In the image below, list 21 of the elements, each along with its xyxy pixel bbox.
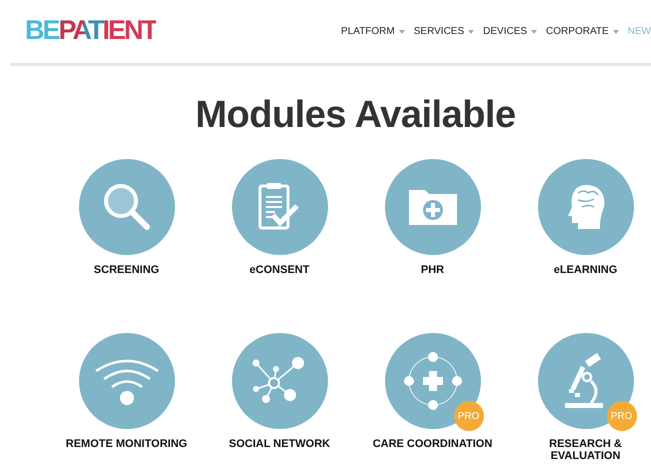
module-label: CARE COORDINATION (372, 438, 494, 450)
module-label: eLEARNING (552, 264, 618, 276)
module-label: SOCIAL NETWORK (228, 438, 332, 450)
pro-badge: PRO (454, 401, 484, 431)
pro-badge: PRO (606, 401, 636, 431)
page-title: Modules Available (194, 94, 517, 137)
nav-item[interactable]: CORPORATE (546, 26, 619, 37)
caret-icon (398, 30, 405, 34)
caret-icon (531, 30, 538, 34)
nav-item[interactable]: DEVICES (483, 26, 538, 37)
caret-icon (468, 30, 474, 34)
nav-item[interactable]: PLATFORM (341, 26, 405, 37)
medical-folder-icon (408, 188, 458, 226)
module-label: RESEARCH & EVALUATION (548, 438, 623, 462)
caret-icon (612, 30, 619, 34)
nav-item[interactable]: SERVICES (414, 26, 474, 37)
module-label: SCREENING (92, 264, 160, 276)
module-label: REMOTE MONITORING (64, 438, 188, 450)
module-label: eCONSENT (248, 264, 310, 276)
care-plus-icon (402, 351, 464, 411)
module-label: PHR (420, 264, 446, 276)
